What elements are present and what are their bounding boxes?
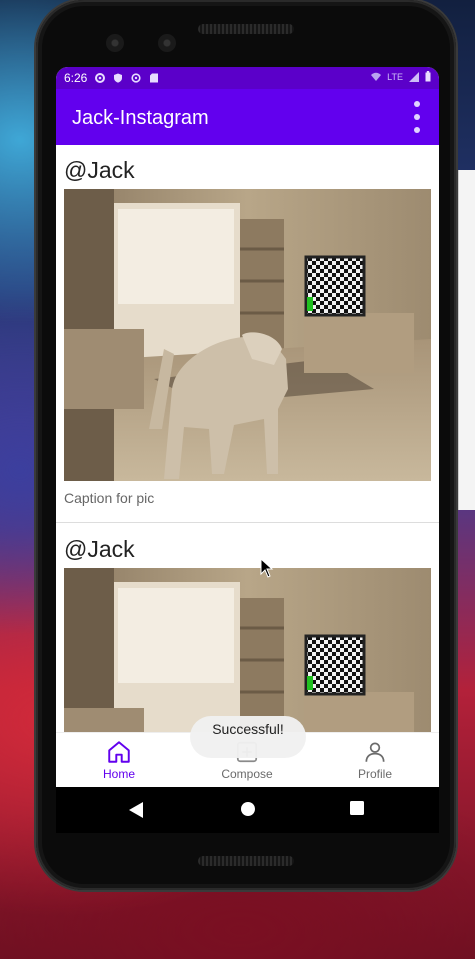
toast-message: Successful! bbox=[190, 716, 306, 758]
background-window-edge bbox=[458, 170, 475, 510]
app-screen: 6:26 LTE Jack-Instagram @Jack Caption fo… bbox=[56, 67, 439, 787]
bottom-speaker bbox=[198, 856, 294, 866]
battery-icon bbox=[425, 71, 431, 82]
post-image[interactable] bbox=[64, 189, 431, 481]
system-navigation-bar bbox=[56, 787, 439, 833]
post-card: @Jack bbox=[56, 145, 439, 523]
post-caption: Caption for pic bbox=[64, 490, 155, 506]
home-circle-icon[interactable] bbox=[240, 801, 256, 817]
person-icon bbox=[365, 742, 385, 762]
more-vert-icon[interactable] bbox=[413, 101, 421, 133]
nav-item-home[interactable]: Home bbox=[69, 739, 169, 781]
home-icon bbox=[108, 741, 130, 763]
nav-item-profile[interactable]: Profile bbox=[325, 739, 425, 781]
back-icon[interactable] bbox=[128, 801, 144, 819]
post-username[interactable]: @Jack bbox=[64, 157, 135, 184]
app-bar: Jack-Instagram bbox=[56, 89, 439, 145]
settings-icon bbox=[95, 73, 106, 83]
earpiece-speaker bbox=[198, 24, 294, 34]
nav-label: Home bbox=[102, 767, 135, 781]
signal-icon bbox=[409, 71, 419, 82]
nav-label: Compose bbox=[221, 767, 273, 781]
front-camera-icon bbox=[106, 34, 124, 52]
nav-label: Profile bbox=[357, 767, 392, 781]
network-type: LTE bbox=[387, 71, 403, 82]
post-card: @Jack bbox=[56, 524, 439, 732]
mouse-cursor-icon bbox=[260, 558, 274, 578]
wifi-icon bbox=[371, 72, 382, 81]
post-divider bbox=[56, 522, 439, 523]
sd-card-icon bbox=[150, 73, 159, 83]
status-time: 6:26 bbox=[64, 71, 88, 85]
status-bar: 6:26 LTE bbox=[56, 67, 439, 89]
shield-icon bbox=[114, 73, 123, 83]
recents-icon[interactable] bbox=[350, 801, 364, 815]
sync-icon bbox=[131, 73, 141, 83]
post-image[interactable] bbox=[64, 568, 431, 732]
front-sensor-icon bbox=[158, 34, 176, 52]
post-feed[interactable]: @Jack Caption for pic @Jack bbox=[56, 145, 439, 732]
app-title: Jack-Instagram bbox=[72, 107, 209, 129]
post-username[interactable]: @Jack bbox=[64, 536, 135, 563]
